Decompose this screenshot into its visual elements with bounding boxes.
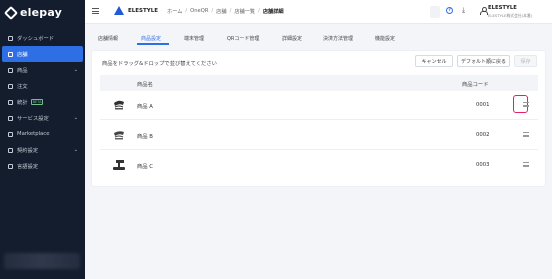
user-icon[interactable] — [480, 7, 488, 15]
sidebar: elepay ダッシュボード 店舗 商品 ⌄ 注文 統計 BETA サービス設定… — [0, 0, 85, 279]
breadcrumb-separator: / — [185, 8, 188, 14]
table-row[interactable]: 商品 B 0002 — [100, 121, 538, 150]
table-row[interactable]: 商品 C 0003 — [100, 151, 538, 180]
breadcrumb-store[interactable]: 店舗 — [216, 8, 226, 15]
breadcrumb-oneqr[interactable]: OneQR — [190, 8, 208, 15]
cancel-button[interactable]: キャンセル — [415, 55, 453, 67]
beta-badge: BETA — [30, 99, 44, 105]
column-header-name: 商品名 — [137, 82, 153, 88]
sidebar-item-language-settings[interactable]: 言語設定 — [0, 158, 85, 174]
sidebar-item-label: 言語設定 — [17, 164, 39, 170]
sidebar-nav: ダッシュボード 店舗 商品 ⌄ 注文 統計 BETA サービス設定 ⌄ Mark… — [0, 30, 85, 174]
drag-handle-icon[interactable] — [523, 132, 529, 137]
save-button[interactable]: 保存 — [514, 55, 537, 67]
tab-terminal-management[interactable]: 端末管理 — [184, 35, 204, 42]
brand-name: ELESTYLE — [128, 8, 158, 14]
product-name: 商品 C — [137, 164, 153, 170]
tab-feature-settings[interactable]: 機能設定 — [375, 35, 395, 42]
product-code: 0003 — [476, 162, 490, 168]
drag-handle-icon[interactable] — [523, 102, 529, 107]
sidebar-item-stats[interactable]: 統計 BETA — [0, 94, 85, 110]
logo[interactable]: elepay — [3, 5, 63, 20]
stats-icon — [8, 99, 13, 105]
sidebar-item-contract-settings[interactable]: 契約設定 ⌄ — [0, 142, 85, 158]
table-row[interactable]: 商品 A 0001 — [100, 91, 538, 120]
breadcrumb: ホーム / OneQR / 店舗 / 店舗一覧 / 店舗詳細 — [167, 8, 284, 15]
sidebar-item-marketplace[interactable]: Marketplace — [0, 126, 85, 142]
product-name: 商品 B — [137, 134, 153, 140]
product-code: 0001 — [476, 102, 490, 108]
sidebar-item-product[interactable]: 商品 ⌄ — [0, 62, 85, 78]
breadcrumb-current: 店舗詳細 — [262, 9, 284, 15]
sidebar-item-label: 店舗 — [17, 52, 28, 58]
tab-store-info[interactable]: 店舗情報 — [98, 35, 118, 42]
tab-payment-methods[interactable]: 決済方法管理 — [323, 35, 353, 42]
user-account: ELESTYLE株式会社(本番) — [488, 13, 533, 18]
sidebar-item-label: 注文 — [17, 84, 28, 90]
menu-toggle-icon[interactable] — [92, 8, 99, 14]
toolbar-placeholder-button[interactable] — [430, 6, 440, 18]
breadcrumb-home[interactable]: ホーム — [167, 8, 182, 15]
redacted-account-area — [4, 253, 80, 269]
chevron-down-icon: ⌄ — [73, 147, 78, 153]
logo-text: elepay — [20, 6, 63, 19]
product-order-card: 商品をドラッグ&ドロップで並び替えてください キャンセル デフォルト順に戻る 保… — [91, 50, 546, 187]
language-icon — [8, 163, 13, 169]
sidebar-item-dashboard[interactable]: ダッシュボード — [0, 30, 85, 46]
product-icon — [8, 67, 13, 73]
store-icon — [8, 51, 13, 57]
tab-qr-code-management[interactable]: QRコード管理 — [227, 35, 259, 42]
column-header-code: 商品コード — [462, 82, 489, 88]
product-thumbnail — [113, 160, 125, 170]
reset-default-order-button[interactable]: デフォルト順に戻る — [457, 55, 510, 67]
tab-detail-settings[interactable]: 詳細設定 — [282, 35, 302, 42]
contract-icon — [8, 147, 13, 153]
topbar: ELESTYLE ホーム / OneQR / 店舗 / 店舗一覧 / 店舗詳細 … — [85, 0, 552, 24]
sidebar-item-label: 統計 — [17, 100, 28, 106]
download-icon[interactable]: ⤓ — [462, 7, 465, 14]
breadcrumb-separator: / — [229, 8, 232, 14]
breadcrumb-separator: / — [211, 8, 214, 14]
service-icon — [8, 115, 13, 121]
sidebar-item-service-settings[interactable]: サービス設定 ⌄ — [0, 110, 85, 126]
product-code: 0002 — [476, 132, 490, 138]
sidebar-item-label: 契約設定 — [17, 148, 39, 154]
active-tab-indicator — [137, 43, 169, 45]
sidebar-item-store[interactable]: 店舗 — [2, 46, 83, 62]
user-name[interactable]: ELESTYLE — [488, 5, 517, 11]
breadcrumb-store-list[interactable]: 店舗一覧 — [234, 8, 255, 15]
elepay-logo-icon — [3, 5, 19, 20]
sidebar-item-label: Marketplace — [17, 131, 50, 137]
sidebar-item-label: ダッシュボード — [17, 36, 55, 42]
chevron-down-icon: ⌄ — [73, 115, 78, 121]
product-thumbnail — [114, 100, 124, 110]
tab-product-settings[interactable]: 商品設定 — [141, 35, 161, 42]
chevron-down-icon: ⌄ — [73, 67, 78, 73]
instruction-text: 商品をドラッグ&ドロップで並び替えてください — [102, 61, 217, 67]
help-icon[interactable]: ? — [446, 7, 453, 14]
sidebar-item-label: 商品 — [17, 68, 28, 74]
brand-logo-icon — [114, 6, 124, 15]
dashboard-icon — [8, 35, 13, 41]
drag-handle-icon[interactable] — [523, 162, 529, 167]
marketplace-icon — [8, 131, 13, 137]
product-thumbnail — [114, 131, 124, 140]
breadcrumb-separator: / — [258, 8, 260, 14]
table-header: 商品名 商品コード — [100, 75, 538, 91]
sidebar-item-order[interactable]: 注文 — [0, 78, 85, 94]
order-icon — [8, 83, 13, 89]
sidebar-item-label: サービス設定 — [17, 116, 49, 122]
product-name: 商品 A — [137, 104, 153, 110]
